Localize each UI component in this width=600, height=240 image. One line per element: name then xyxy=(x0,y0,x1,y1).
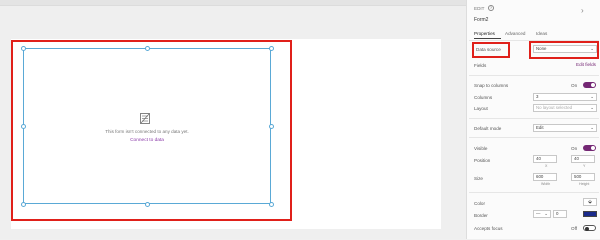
tab-ideas[interactable]: Ideas xyxy=(536,31,547,36)
properties-panel: EDIT ? › Form2 Properties Advanced Ideas… xyxy=(466,0,600,239)
highlight-data-source-annotation xyxy=(472,42,510,58)
position-x-label: X xyxy=(545,164,548,168)
chevron-down-icon: ⌄ xyxy=(590,105,594,110)
design-canvas[interactable]: This form isn't connected to any data ye… xyxy=(0,0,466,239)
highlight-form-annotation xyxy=(11,40,292,221)
snap-to-columns-state: On xyxy=(571,83,578,88)
divider xyxy=(469,192,599,193)
columns-dropdown[interactable]: 3 ⌄ xyxy=(533,93,597,101)
edit-label: EDIT xyxy=(474,6,485,11)
visible-toggle[interactable] xyxy=(583,145,596,151)
position-y-label: Y xyxy=(583,164,586,168)
size-height-label: Height xyxy=(579,182,590,186)
layout-dropdown[interactable]: No layout selected ⌄ xyxy=(533,104,597,112)
divider xyxy=(469,75,599,76)
accepts-focus-toggle[interactable] xyxy=(583,225,596,231)
chevron-down-icon: ⌄ xyxy=(544,211,548,216)
default-mode-label: Default mode xyxy=(474,126,502,131)
accepts-focus-label: Accepts focus xyxy=(474,226,503,231)
snap-to-columns-toggle[interactable] xyxy=(583,82,596,88)
control-name: Form2 xyxy=(474,17,489,23)
columns-value: 3 xyxy=(536,94,539,99)
visible-label: Visible xyxy=(474,146,488,151)
border-color-swatch[interactable] xyxy=(583,211,597,217)
border-thickness-input[interactable]: 0 xyxy=(553,210,567,218)
chevron-down-icon: ⌄ xyxy=(590,125,594,130)
active-tab-indicator xyxy=(474,38,501,39)
default-mode-value: Edit xyxy=(536,125,544,130)
highlight-none-dropdown-annotation xyxy=(529,41,599,59)
tab-properties[interactable]: Properties xyxy=(474,31,495,36)
divider xyxy=(469,118,599,119)
position-y-input[interactable]: 40 xyxy=(571,155,595,163)
chevron-down-icon: ⌄ xyxy=(590,94,594,99)
border-style-dropdown[interactable]: — ⌄ xyxy=(533,210,551,218)
size-label: Size xyxy=(474,176,483,181)
position-x-input[interactable]: 40 xyxy=(533,155,557,163)
size-width-input[interactable]: 600 xyxy=(533,173,557,181)
tab-advanced[interactable]: Advanced xyxy=(505,31,525,36)
color-label: Color xyxy=(474,201,485,206)
border-style-value: — xyxy=(536,211,541,216)
accepts-focus-state: Off xyxy=(571,226,578,231)
border-label: Border xyxy=(474,213,488,218)
position-label: Position xyxy=(474,158,491,163)
fields-label: Fields xyxy=(474,63,487,68)
layout-label: Layout xyxy=(474,106,488,111)
snap-to-columns-label: Snap to columns xyxy=(474,83,509,88)
layout-value: No layout selected xyxy=(536,105,573,110)
size-height-input[interactable]: 500 xyxy=(571,173,595,181)
default-mode-dropdown[interactable]: Edit ⌄ xyxy=(533,124,597,132)
canvas-toolbar-strip xyxy=(0,0,466,6)
paint-bucket-icon[interactable]: ⬙ xyxy=(583,198,597,206)
chevron-right-icon[interactable]: › xyxy=(581,7,584,15)
divider xyxy=(469,137,599,138)
help-icon[interactable]: ? xyxy=(488,5,494,11)
edit-fields-link[interactable]: Edit fields xyxy=(576,62,596,67)
size-width-label: Width xyxy=(541,182,551,186)
columns-label: Columns xyxy=(474,95,493,100)
visible-state: On xyxy=(571,146,578,151)
